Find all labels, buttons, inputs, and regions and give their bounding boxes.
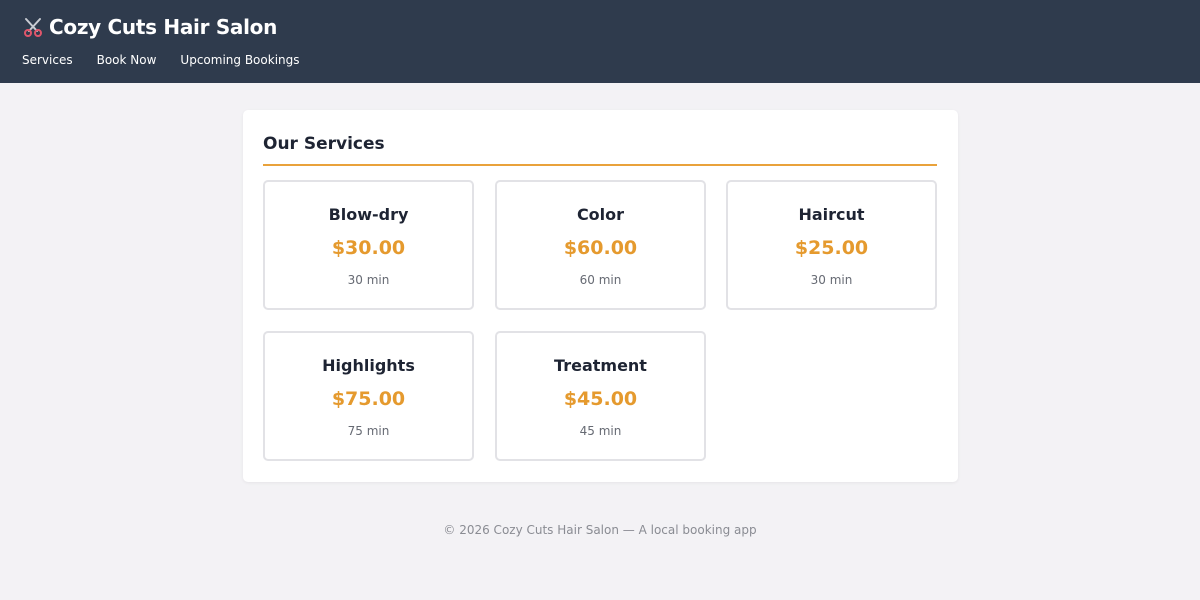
heading-divider [263,164,937,166]
service-name: Highlights [322,356,415,375]
service-card-color[interactable]: Color $60.00 60 min [495,180,706,310]
service-name: Color [576,205,625,224]
services-panel: Our Services Blow-dry $30.00 30 min Colo… [243,110,958,482]
service-card-highlights[interactable]: Highlights $75.00 75 min [263,331,474,461]
main-nav: Services Book Now Upcoming Bookings [22,52,324,68]
nav-link-services[interactable]: Services [22,52,73,68]
scissors-icon [22,16,44,38]
footer: © 2026 Cozy Cuts Hair Salon — A local bo… [0,523,1200,537]
service-price: $25.00 [794,237,869,259]
service-card-haircut[interactable]: Haircut $25.00 30 min [726,180,937,310]
service-duration: 75 min [347,424,390,438]
footer-text: © 2026 Cozy Cuts Hair Salon — A local bo… [443,523,757,537]
service-price: $30.00 [331,237,406,259]
nav-link-upcoming-bookings[interactable]: Upcoming Bookings [180,52,299,68]
top-bar: Cozy Cuts Hair Salon Services Book Now U… [0,0,1200,83]
service-duration: 45 min [579,424,622,438]
service-name: Treatment [554,356,647,375]
service-duration: 60 min [579,273,622,287]
service-card-blow-dry[interactable]: Blow-dry $30.00 30 min [263,180,474,310]
service-card-treatment[interactable]: Treatment $45.00 45 min [495,331,706,461]
service-duration: 30 min [810,273,853,287]
service-price: $60.00 [563,237,638,259]
service-name: Haircut [798,205,865,224]
service-price: $75.00 [331,388,406,410]
nav-link-book-now[interactable]: Book Now [97,52,157,68]
site-title: Cozy Cuts Hair Salon [49,15,278,39]
service-duration: 30 min [347,273,390,287]
service-price: $45.00 [563,388,638,410]
services-heading: Our Services [263,134,385,154]
brand[interactable]: Cozy Cuts Hair Salon [22,13,277,41]
service-name: Blow-dry [328,205,409,224]
